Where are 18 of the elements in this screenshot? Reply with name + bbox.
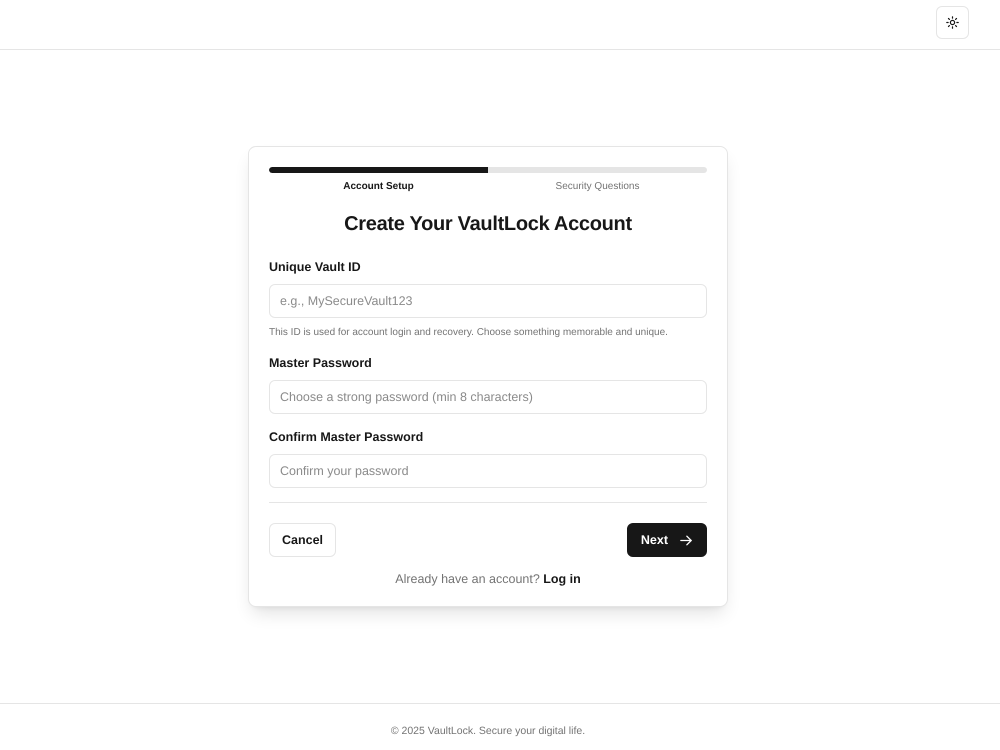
next-button[interactable]: Next <box>626 523 707 557</box>
arrow-right-icon <box>680 534 692 546</box>
form-title: Create Your VaultLock Account <box>343 212 633 237</box>
step-label: Security Questions <box>554 181 640 193</box>
sun-icon <box>946 16 959 29</box>
cancel-button[interactable]: Cancel <box>269 523 336 557</box>
field-hint: This ID is used for account login and recovery. Choose something memorable and unique. <box>269 326 669 340</box>
field-label: Unique Vault ID <box>269 259 362 276</box>
theme-toggle-button[interactable] <box>936 6 969 39</box>
login-prompt: Already have an account? Log in <box>394 571 582 588</box>
input-field[interactable]: Choose a strong password (min 8 characters) <box>269 380 707 414</box>
input-field[interactable]: Confirm your password <box>269 454 707 488</box>
step-label: Account Setup <box>342 181 415 193</box>
login-link[interactable]: Log in <box>543 572 581 586</box>
field-label: Confirm Master Password <box>269 429 424 446</box>
field-label: Master Password <box>269 355 373 372</box>
input-field[interactable]: e.g., MySecureVault123 <box>269 284 707 318</box>
footer-text: © 2025 VaultLock. Secure your digital life. <box>390 724 586 738</box>
